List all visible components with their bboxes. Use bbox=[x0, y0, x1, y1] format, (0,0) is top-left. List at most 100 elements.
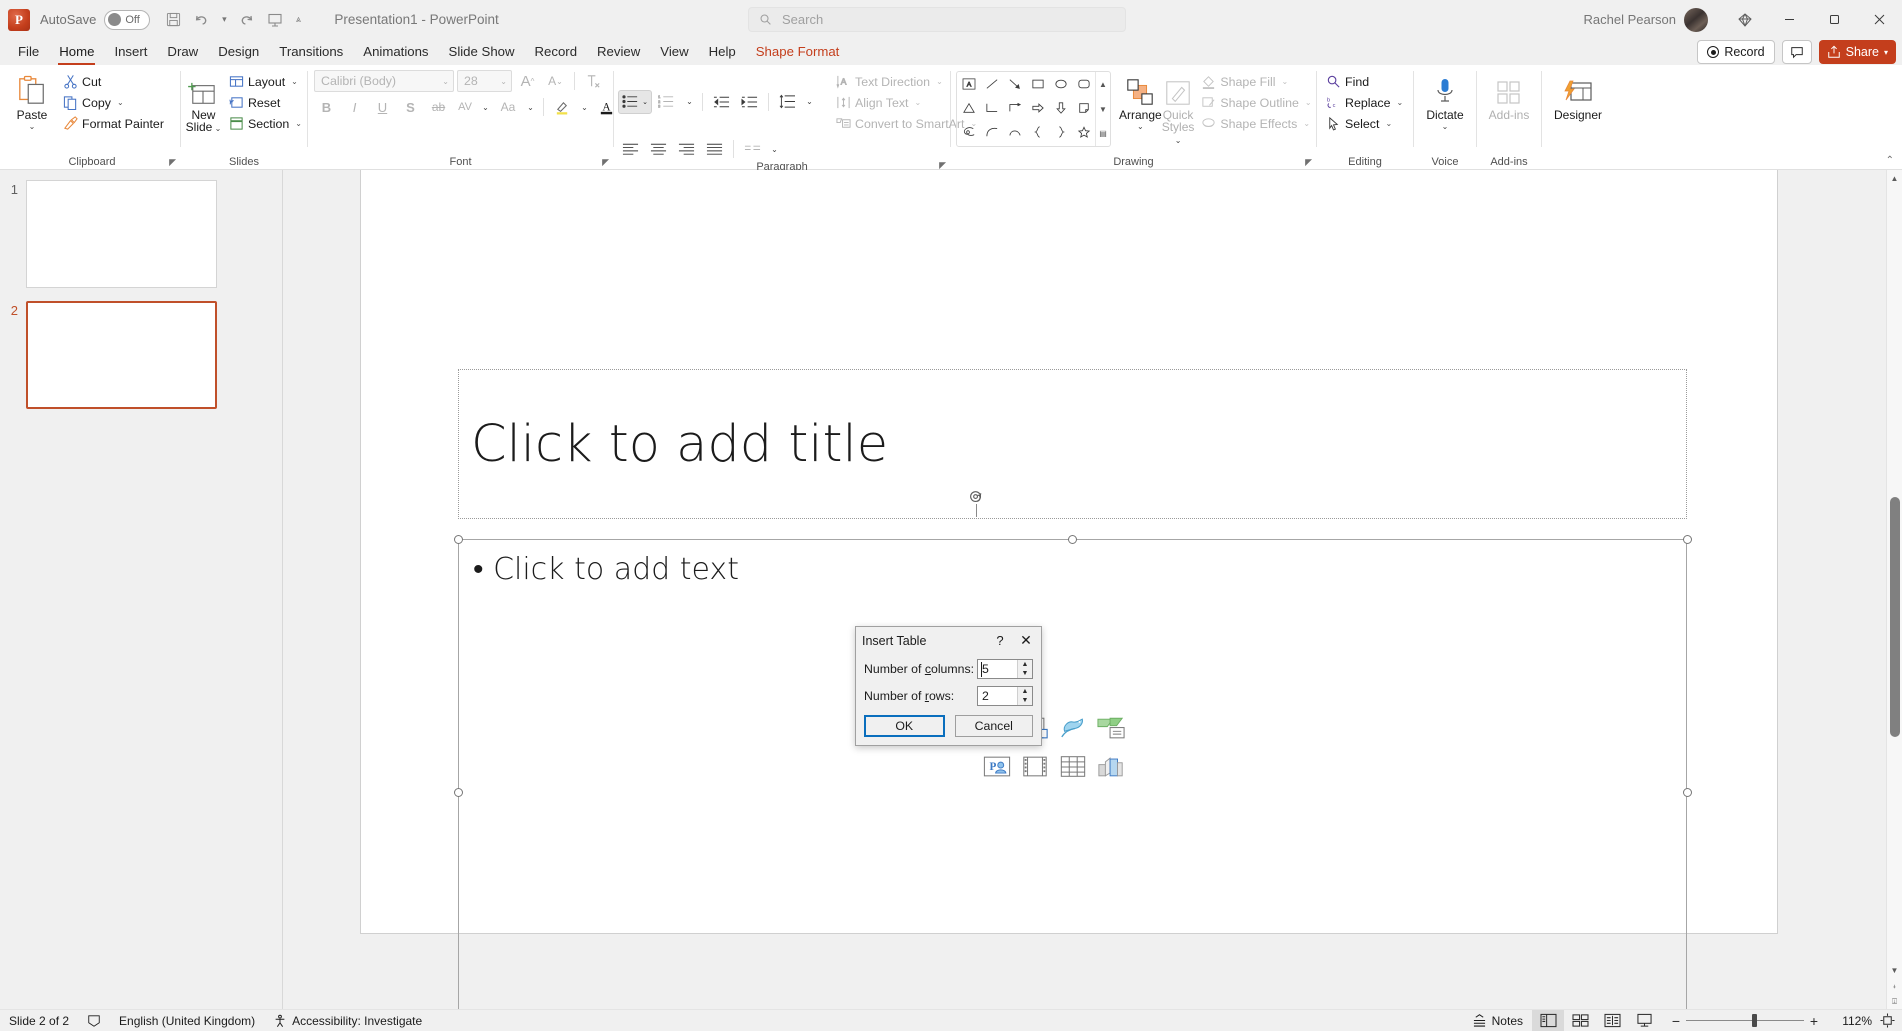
font-family-dropdown-icon[interactable]: ⌄ bbox=[442, 77, 449, 86]
cancel-button[interactable]: Cancel bbox=[954, 715, 1033, 737]
cut-button[interactable]: Cut bbox=[60, 71, 169, 92]
section-dropdown-icon[interactable]: ⌄ bbox=[295, 119, 302, 128]
replace-dropdown-icon[interactable]: ⌄ bbox=[1396, 98, 1403, 107]
columns-spin-arrows[interactable]: ▲ ▼ bbox=[1017, 660, 1032, 678]
undo-icon[interactable] bbox=[188, 7, 214, 33]
shape-star-icon[interactable] bbox=[1072, 120, 1095, 144]
find-button[interactable]: Find bbox=[1323, 71, 1408, 92]
new-slide-button[interactable]: New Slide ⌄ bbox=[181, 69, 226, 133]
text-direction-dropdown-icon[interactable]: ⌄ bbox=[936, 77, 943, 86]
columns-decrement-icon[interactable]: ▼ bbox=[1018, 669, 1032, 678]
shape-arc-icon[interactable] bbox=[1003, 120, 1026, 144]
copy-dropdown-icon[interactable]: ⌄ bbox=[117, 98, 124, 107]
shape-triangle-icon[interactable] bbox=[957, 96, 980, 120]
font-family-input[interactable]: Calibri (Body) ⌄ bbox=[314, 70, 454, 92]
share-button[interactable]: Share ▾ bbox=[1818, 40, 1896, 64]
start-presentation-icon[interactable] bbox=[262, 7, 288, 33]
redo-icon[interactable] bbox=[234, 7, 260, 33]
rows-spin-arrows[interactable]: ▲ ▼ bbox=[1017, 687, 1032, 705]
new-slide-dropdown-icon[interactable]: ⌄ bbox=[212, 124, 222, 133]
help-icon[interactable]: ? bbox=[989, 633, 1011, 648]
shape-fill-dropdown-icon[interactable]: ⌄ bbox=[1282, 77, 1289, 86]
strikethrough-button[interactable]: ab bbox=[426, 95, 451, 119]
layout-button[interactable]: Layout ⌄ bbox=[226, 71, 307, 92]
tab-insert[interactable]: Insert bbox=[104, 41, 157, 65]
tab-draw[interactable]: Draw bbox=[157, 41, 208, 65]
decrease-font-size-button[interactable]: A ⌄ bbox=[543, 69, 568, 93]
shapes-gallery-scrollbar[interactable]: ▲ ▼ ▤ bbox=[1095, 72, 1110, 146]
addins-button[interactable]: Add-ins bbox=[1480, 69, 1538, 122]
tab-home[interactable]: Home bbox=[49, 41, 104, 65]
tab-animations[interactable]: Animations bbox=[353, 41, 438, 65]
spell-check-button[interactable] bbox=[78, 1010, 110, 1031]
quick-styles-button[interactable]: Quick Styles ⌄ bbox=[1162, 69, 1194, 145]
search-input[interactable]: Search bbox=[748, 7, 1126, 32]
designer-button[interactable]: Designer bbox=[1545, 69, 1611, 122]
align-right-icon[interactable] bbox=[674, 137, 699, 161]
share-dropdown-icon[interactable]: ▾ bbox=[1884, 48, 1888, 57]
rows-decrement-icon[interactable]: ▼ bbox=[1018, 696, 1032, 705]
format-painter-button[interactable]: Format Painter bbox=[60, 113, 169, 134]
tab-design[interactable]: Design bbox=[208, 41, 269, 65]
shape-folded-corner-icon[interactable] bbox=[1072, 96, 1095, 120]
decrease-indent-icon[interactable] bbox=[709, 90, 734, 114]
section-button[interactable]: Section ⌄ bbox=[226, 113, 307, 134]
undo-dropdown-icon[interactable]: ▾ bbox=[216, 7, 232, 33]
rows-input[interactable]: 2 bbox=[978, 687, 1017, 705]
accessibility-button[interactable]: Accessibility: Investigate bbox=[264, 1010, 431, 1031]
shape-right-arrow-icon[interactable] bbox=[1026, 96, 1049, 120]
rows-increment-icon[interactable]: ▲ bbox=[1018, 687, 1032, 696]
tab-slide-show[interactable]: Slide Show bbox=[439, 41, 525, 65]
save-icon[interactable] bbox=[160, 7, 186, 33]
autosave-toggle[interactable]: Off bbox=[104, 9, 151, 30]
columns-dropdown-icon[interactable]: ⌄ bbox=[768, 137, 781, 161]
tab-review[interactable]: Review bbox=[587, 41, 650, 65]
paste-dropdown-icon[interactable]: ⌄ bbox=[29, 123, 36, 131]
comments-button[interactable] bbox=[1781, 40, 1812, 64]
tab-file[interactable]: File bbox=[8, 41, 49, 65]
shape-outline-button[interactable]: Shape Outline ⌄ bbox=[1198, 92, 1316, 113]
tab-record[interactable]: Record bbox=[525, 41, 588, 65]
reading-view-button[interactable] bbox=[1596, 1010, 1628, 1031]
select-dropdown-icon[interactable]: ⌄ bbox=[1385, 119, 1392, 128]
collapse-ribbon-icon[interactable]: ⌃ bbox=[1886, 155, 1894, 166]
shape-fill-button[interactable]: Shape Fill ⌄ bbox=[1198, 71, 1316, 92]
text-shadow-button[interactable]: S bbox=[398, 95, 423, 119]
numbering-icon[interactable]: 123 bbox=[655, 90, 680, 114]
line-spacing-dropdown-icon[interactable]: ⌄ bbox=[803, 90, 816, 114]
font-dialog-launcher[interactable]: ◤ bbox=[602, 157, 609, 168]
ok-button[interactable]: OK bbox=[864, 715, 945, 737]
columns-spinner[interactable]: 5 ▲ ▼ bbox=[977, 659, 1033, 679]
reset-button[interactable]: Reset bbox=[226, 92, 307, 113]
fit-slide-to-window-icon[interactable] bbox=[1872, 1010, 1902, 1031]
rows-spinner[interactable]: 2 ▲ ▼ bbox=[977, 686, 1033, 706]
paste-button[interactable]: Paste ⌄ bbox=[4, 69, 60, 131]
zoom-out-button[interactable]: − bbox=[1666, 1013, 1686, 1029]
dictate-dropdown-icon[interactable]: ⌄ bbox=[1442, 123, 1449, 131]
copy-button[interactable]: Copy ⌄ bbox=[60, 92, 169, 113]
font-size-dropdown-icon[interactable]: ⌄ bbox=[500, 77, 507, 86]
shape-textbox-icon[interactable]: A bbox=[957, 72, 980, 96]
shapes-more-icon[interactable]: ▤ bbox=[1096, 121, 1110, 146]
avatar[interactable] bbox=[1684, 7, 1708, 32]
shape-rounded-rectangle-icon[interactable] bbox=[1072, 72, 1095, 96]
clear-formatting-icon[interactable] bbox=[581, 69, 606, 93]
shape-elbow-arrow-icon[interactable] bbox=[1003, 96, 1026, 120]
columns-input[interactable]: 5 bbox=[978, 660, 1017, 678]
quick-styles-dropdown-icon[interactable]: ⌄ bbox=[1175, 136, 1182, 145]
shapes-scroll-down-icon[interactable]: ▼ bbox=[1096, 97, 1110, 122]
increase-indent-icon[interactable] bbox=[737, 90, 762, 114]
bullets-icon[interactable]: ⌄ bbox=[618, 89, 652, 114]
shape-left-brace-icon[interactable] bbox=[1026, 120, 1049, 144]
shapes-scroll-up-icon[interactable]: ▲ bbox=[1096, 72, 1110, 97]
shape-oval-icon[interactable] bbox=[1049, 72, 1072, 96]
zoom-thumb[interactable] bbox=[1752, 1014, 1757, 1027]
notes-button[interactable]: Notes bbox=[1463, 1010, 1532, 1031]
shape-curve-icon[interactable] bbox=[980, 120, 1003, 144]
tab-shape-format[interactable]: Shape Format bbox=[746, 41, 850, 65]
shape-outline-dropdown-icon[interactable]: ⌄ bbox=[1305, 98, 1312, 107]
zoom-level[interactable]: 112% bbox=[1830, 1014, 1872, 1028]
slide-show-view-button[interactable] bbox=[1628, 1010, 1660, 1031]
character-spacing-button[interactable]: AV bbox=[454, 95, 476, 119]
shape-effects-button[interactable]: Shape Effects ⌄ bbox=[1198, 113, 1316, 134]
